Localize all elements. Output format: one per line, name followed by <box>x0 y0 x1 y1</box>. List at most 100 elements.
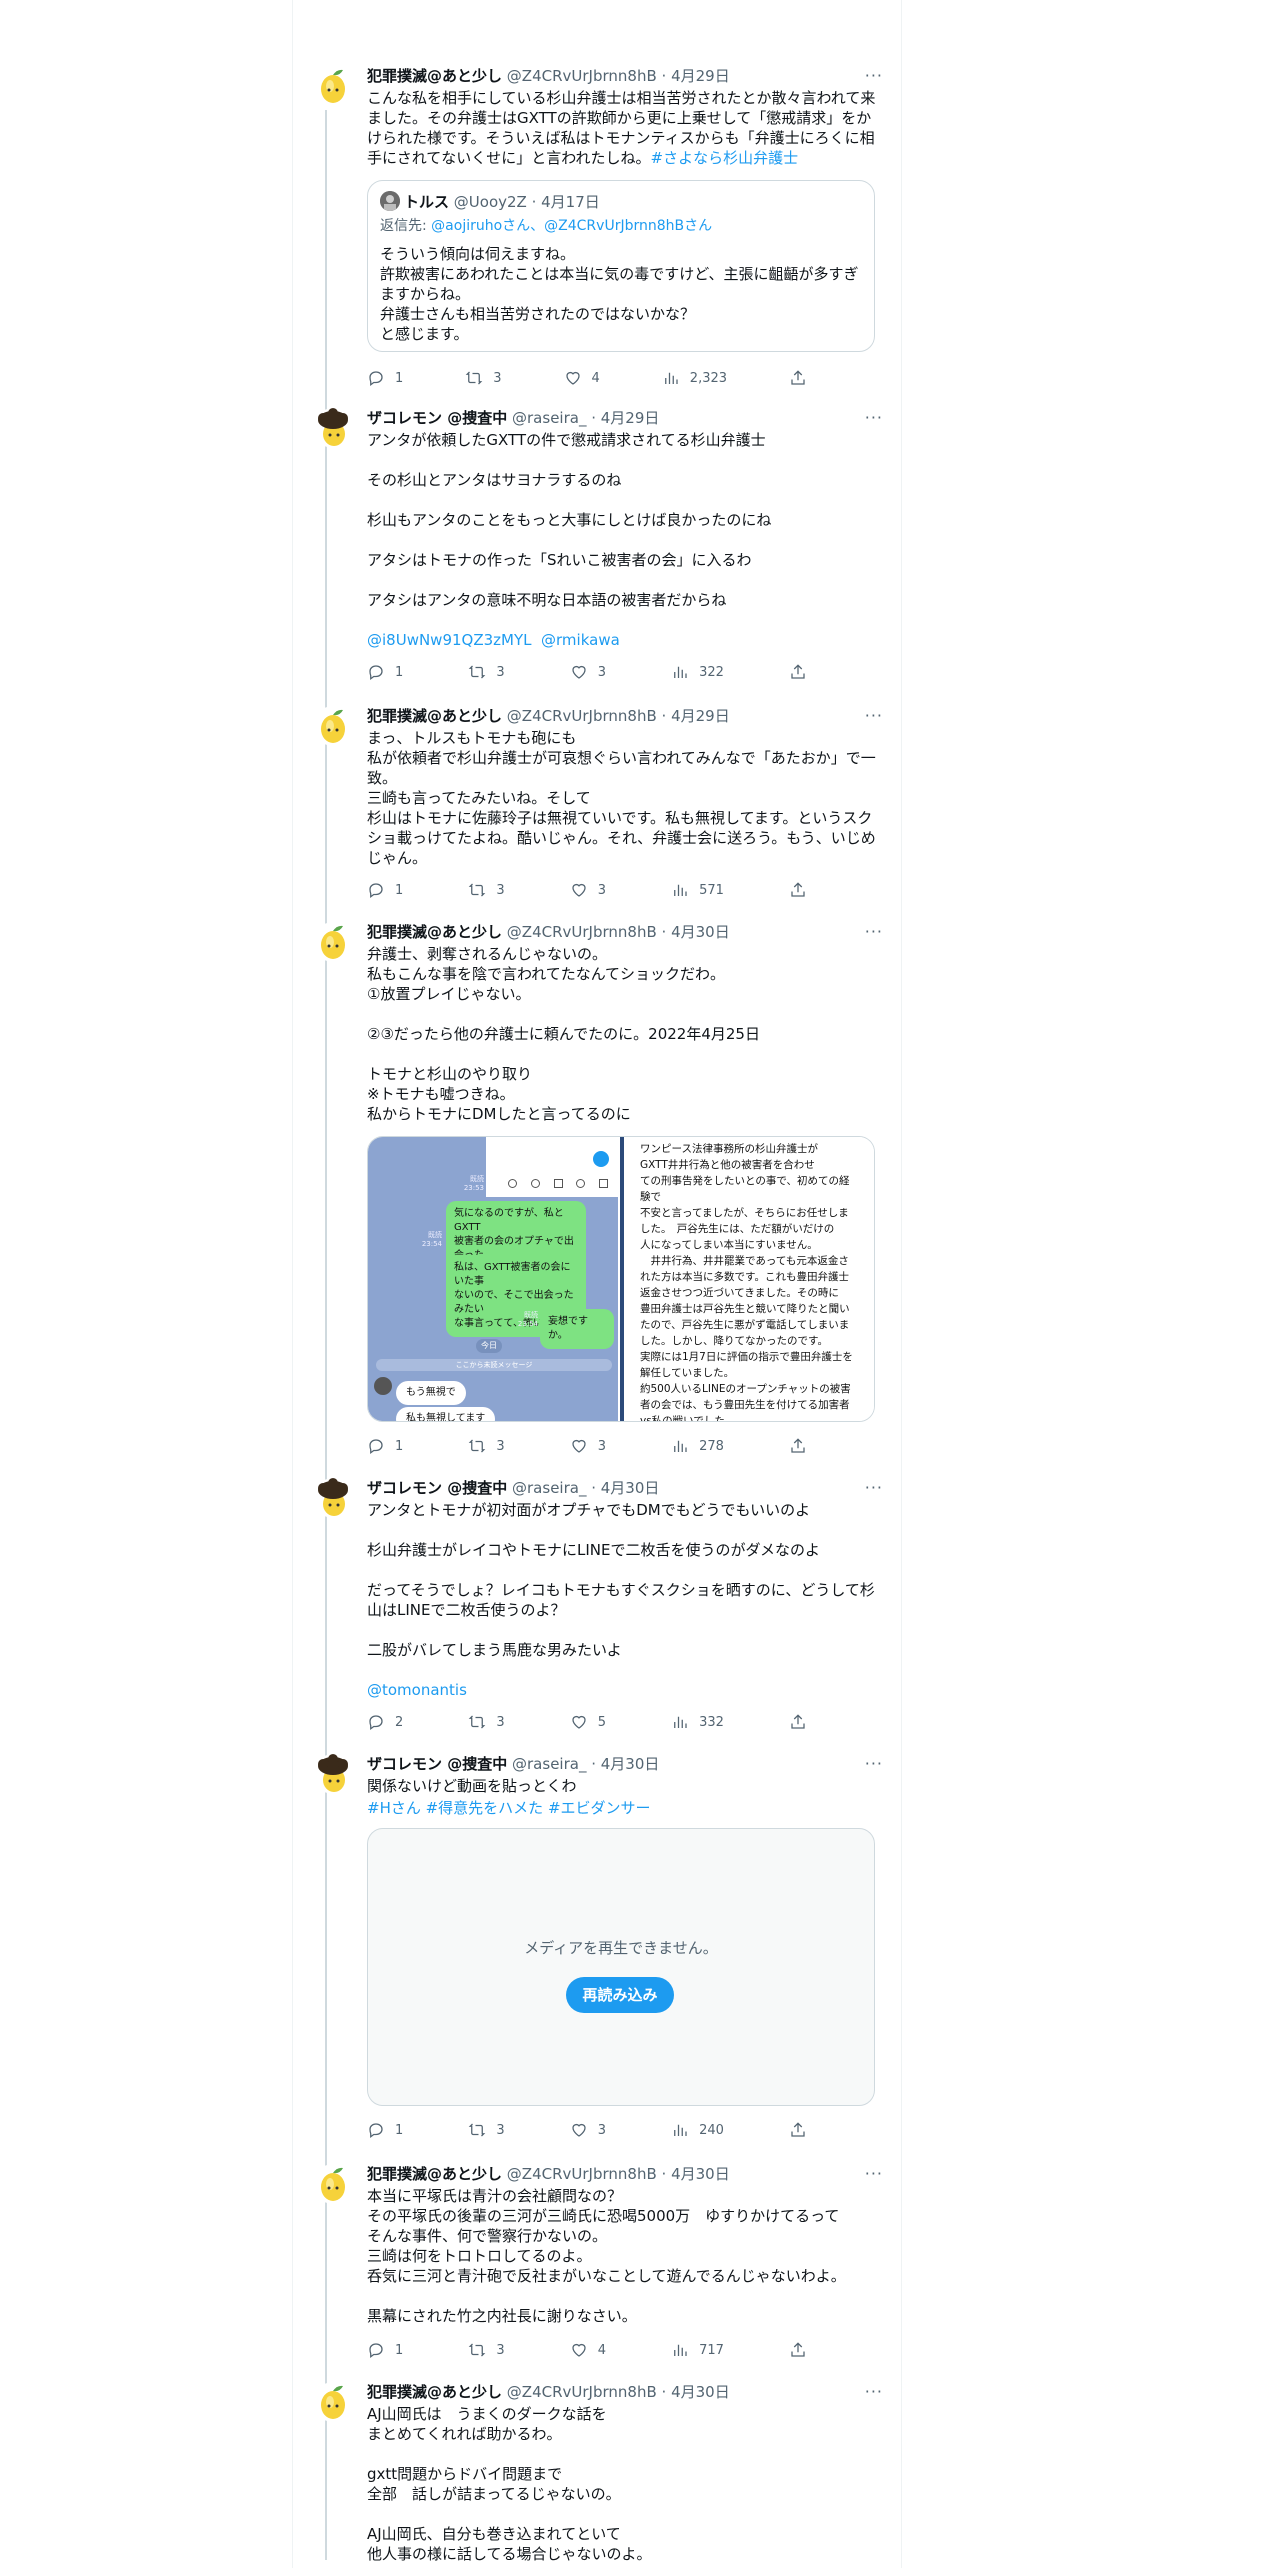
like-button[interactable]: 4 <box>570 2340 606 2360</box>
share-button[interactable] <box>789 2340 807 2360</box>
user-handle[interactable]: @raseira_ <box>512 1755 586 1773</box>
user-handle[interactable]: @Z4CRvUrJbrnn8hB <box>507 2165 657 2183</box>
views-button[interactable]: 2,323 <box>662 368 727 388</box>
tweet[interactable]: ザコレモン @捜査中 @raseira_ · 4月30日 関係ないけど動画を貼っ… <box>293 1754 901 2154</box>
views-button[interactable]: 278 <box>671 1436 724 1456</box>
display-name[interactable]: 犯罪撲滅@あと少し <box>367 67 502 85</box>
more-options-button[interactable]: ··· <box>865 66 883 85</box>
reply-button[interactable]: 1 <box>367 368 403 388</box>
tweet[interactable]: ザコレモン @捜査中 @raseira_ · 4月29日 アンタが依頼したGXT… <box>293 408 901 688</box>
views-button[interactable]: 571 <box>671 880 724 900</box>
tweet-date[interactable]: 4月30日 <box>671 2383 730 2401</box>
reply-to-line: 返信先: @aojiruhoさん、@Z4CRvUrJbrnn8hBさん <box>380 218 713 234</box>
tweet-date[interactable]: 4月29日 <box>671 707 730 725</box>
tweet-date[interactable]: 4月29日 <box>601 409 660 427</box>
avatar-lemon[interactable] <box>313 66 353 106</box>
mention-links[interactable]: @tomonantis <box>367 1680 883 1700</box>
more-options-button[interactable]: ··· <box>865 1478 883 1497</box>
avatar-lemon-hat[interactable] <box>313 1478 353 1518</box>
more-options-button[interactable]: ··· <box>865 922 883 941</box>
share-button[interactable] <box>789 2120 807 2140</box>
quoted-tweet[interactable]: トルス @Uooy2Z · 4月17日 返信先: @aojiruhoさん、@Z4… <box>367 180 875 352</box>
avatar-lemon[interactable] <box>313 2382 353 2422</box>
bar-chart-icon <box>664 372 678 384</box>
reply-button[interactable]: 1 <box>367 2120 403 2140</box>
display-name[interactable]: 犯罪撲滅@あと少し <box>367 707 502 725</box>
user-handle[interactable]: @raseira_ <box>512 1479 586 1497</box>
like-button[interactable]: 3 <box>570 2120 606 2140</box>
video-player[interactable]: メディアを再生できません。 再読み込み <box>367 1828 875 2106</box>
display-name[interactable]: 犯罪撲滅@あと少し <box>367 923 502 941</box>
like-button[interactable]: 3 <box>570 1436 606 1456</box>
user-handle[interactable]: @Z4CRvUrJbrnn8hB <box>507 67 657 85</box>
share-icon <box>791 1438 805 1453</box>
reply-button[interactable]: 1 <box>367 662 403 682</box>
chat-bubble-received: 私も無視してます <box>396 1407 496 1421</box>
mention-links[interactable]: @i8UwNw91QZ3zMYL @rmikawa <box>367 630 883 650</box>
views-button[interactable]: 322 <box>671 662 724 682</box>
user-handle[interactable]: @Z4CRvUrJbrnn8hB <box>507 2383 657 2401</box>
avatar-lemon[interactable] <box>313 922 353 962</box>
views-button[interactable]: 332 <box>671 1712 724 1732</box>
avatar-lemon-hat[interactable] <box>313 1754 353 1794</box>
reply-to-mentions[interactable]: @aojiruhoさん、@Z4CRvUrJbrnn8hBさん <box>431 218 712 234</box>
tweet-date[interactable]: 4月30日 <box>671 2165 730 2183</box>
tweet-date[interactable]: 4月29日 <box>671 67 730 85</box>
tweet-date[interactable]: 4月30日 <box>671 923 730 941</box>
tweet[interactable]: 犯罪撲滅@あと少し @Z4CRvUrJbrnn8hB · 4月30日 AJ山岡氏… <box>293 2382 901 2568</box>
reply-button[interactable]: 1 <box>367 880 403 900</box>
like-button[interactable]: 3 <box>570 880 606 900</box>
more-options-button[interactable]: ··· <box>865 1754 883 1773</box>
display-name[interactable]: 犯罪撲滅@あと少し <box>367 2383 502 2401</box>
reply-button[interactable]: 2 <box>367 1712 403 1732</box>
display-name[interactable]: ザコレモン @捜査中 <box>367 409 507 427</box>
display-name[interactable]: ザコレモン @捜査中 <box>367 1755 507 1773</box>
screenshot-image[interactable]: 既読 23:53 気になるのですが、私とGXTT 被害者の会のオプチャで出会った… <box>367 1136 875 1422</box>
tweet-date[interactable]: 4月30日 <box>601 1755 660 1773</box>
like-button[interactable]: 4 <box>564 368 600 388</box>
retweet-button[interactable]: 3 <box>468 1436 505 1456</box>
reply-icon <box>369 665 383 681</box>
reply-icon <box>369 1439 383 1455</box>
more-options-button[interactable]: ··· <box>865 706 883 725</box>
hashtag-links[interactable]: #Hさん #得意先をハメた #エビダンサー <box>367 1798 883 1818</box>
user-handle[interactable]: @Z4CRvUrJbrnn8hB <box>507 923 657 941</box>
more-options-button[interactable]: ··· <box>865 2164 883 2183</box>
share-button[interactable] <box>789 1436 807 1456</box>
avatar-lemon[interactable] <box>313 2164 353 2204</box>
tweet-header: 犯罪撲滅@あと少し @Z4CRvUrJbrnn8hB · 4月30日 <box>367 2383 730 2401</box>
retweet-button[interactable]: 3 <box>468 1712 505 1732</box>
user-handle[interactable]: @Z4CRvUrJbrnn8hB <box>507 707 657 725</box>
tweet[interactable]: ザコレモン @捜査中 @raseira_ · 4月30日 アンタとトモナが初対面… <box>293 1478 901 1738</box>
more-options-button[interactable]: ··· <box>865 408 883 427</box>
hashtag-link[interactable]: #さよなら杉山弁護士 <box>651 149 799 167</box>
views-button[interactable]: 240 <box>671 2120 724 2140</box>
share-button[interactable] <box>789 368 807 388</box>
retweet-button[interactable]: 3 <box>465 368 502 388</box>
share-button[interactable] <box>789 662 807 682</box>
more-options-button[interactable]: ··· <box>865 2382 883 2401</box>
tweet[interactable]: 犯罪撲滅@あと少し @Z4CRvUrJbrnn8hB · 4月29日 まっ、トル… <box>293 706 901 906</box>
retweet-button[interactable]: 3 <box>468 2120 505 2140</box>
display-name[interactable]: 犯罪撲滅@あと少し <box>367 2165 502 2183</box>
views-button[interactable]: 717 <box>671 2340 724 2360</box>
reply-button[interactable]: 1 <box>367 2340 403 2360</box>
reply-button[interactable]: 1 <box>367 1436 403 1456</box>
display-name[interactable]: ザコレモン @捜査中 <box>367 1479 507 1497</box>
like-button[interactable]: 3 <box>570 662 606 682</box>
share-button[interactable] <box>789 880 807 900</box>
reload-button[interactable]: 再読み込み <box>566 1977 674 2013</box>
tweet-date[interactable]: 4月30日 <box>601 1479 660 1497</box>
share-button[interactable] <box>789 1712 807 1732</box>
retweet-button[interactable]: 3 <box>468 2340 505 2360</box>
like-button[interactable]: 5 <box>570 1712 606 1732</box>
tweet[interactable]: 犯罪撲滅@あと少し @Z4CRvUrJbrnn8hB · 4月30日 弁護士、剥… <box>293 922 901 1462</box>
retweet-button[interactable]: 3 <box>468 662 505 682</box>
user-handle[interactable]: @raseira_ <box>512 409 586 427</box>
tweet[interactable]: 犯罪撲滅@あと少し @Z4CRvUrJbrnn8hB · 4月30日 本当に平塚… <box>293 2164 901 2364</box>
retweet-button[interactable]: 3 <box>468 880 505 900</box>
avatar-lemon[interactable] <box>313 706 353 746</box>
share-icon <box>791 664 805 679</box>
avatar-lemon-hat[interactable] <box>313 408 353 448</box>
tweet[interactable]: 犯罪撲滅@あと少し @Z4CRvUrJbrnn8hB · 4月29日 こんな私を… <box>293 66 901 406</box>
